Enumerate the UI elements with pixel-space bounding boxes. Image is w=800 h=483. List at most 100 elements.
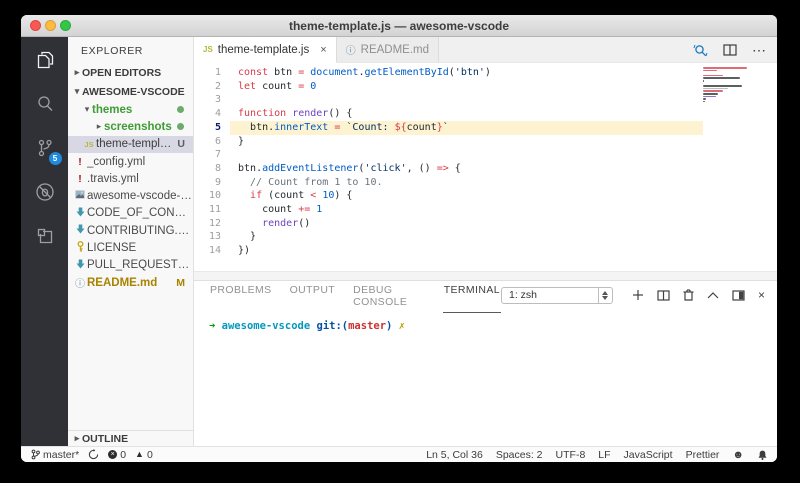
minimap-line — [703, 67, 747, 69]
language-mode-status[interactable]: JavaScript — [624, 449, 673, 461]
git-untracked-badge: U — [177, 138, 185, 151]
traffic-lights — [30, 20, 71, 31]
folder-item-themes[interactable]: ▾ themes — [68, 101, 193, 118]
tab-output[interactable]: OUTPUT — [289, 277, 337, 313]
close-panel-button[interactable]: × — [758, 288, 765, 302]
minimap-line — [703, 95, 716, 98]
open-changes-icon[interactable] — [693, 43, 708, 58]
file-item-config-yml[interactable]: ! _config.yml — [68, 153, 193, 170]
source-control-badge: 5 — [48, 152, 62, 165]
titlebar[interactable]: theme-template.js — awesome-vscode — [21, 15, 777, 37]
line-number: 5 — [214, 121, 221, 133]
file-item-readme[interactable]: ⓘ README.md M — [68, 274, 193, 291]
select-stepper-icon — [597, 287, 612, 303]
code-line[interactable]: }) — [230, 244, 703, 258]
status-bar: master* × 0 ▲ 0 Ln 5, Col 36 Spaces: 2 U… — [21, 446, 777, 462]
minimap-line — [703, 92, 718, 95]
file-item-code-of-conduct[interactable]: CODE_OF_CONDUCT... — [68, 205, 193, 222]
tab-terminal[interactable]: TERMINAL — [442, 277, 501, 313]
zoom-window-button[interactable] — [60, 20, 71, 31]
code-line[interactable]: function render() { — [230, 107, 703, 121]
code-line[interactable]: const btn = document.getElementById('btn… — [230, 66, 703, 80]
minimap-line — [703, 74, 723, 77]
code-line[interactable]: let count = 0 — [230, 80, 703, 94]
close-window-button[interactable] — [30, 20, 41, 31]
errors-status[interactable]: × 0 — [108, 449, 126, 461]
explorer-activity-button[interactable] — [32, 47, 58, 73]
tab-readme-md[interactable]: ⓘ README.md — [336, 37, 440, 62]
tab-problems[interactable]: PROBLEMS — [209, 277, 273, 313]
kill-terminal-button[interactable] — [683, 289, 694, 301]
panel-layout-button[interactable] — [732, 289, 745, 301]
search-activity-button[interactable] — [32, 91, 58, 117]
split-terminal-button[interactable] — [657, 289, 670, 301]
js-file-icon: JS — [203, 45, 213, 54]
minimap-line — [703, 87, 729, 90]
new-terminal-button[interactable] — [632, 289, 644, 301]
cursor-position-status[interactable]: Ln 5, Col 36 — [426, 449, 483, 461]
markdown-down-arrow-icon — [73, 259, 87, 272]
minimize-window-button[interactable] — [45, 20, 56, 31]
minimap[interactable] — [703, 67, 749, 103]
code-line[interactable]: btn.addEventListener('click', () => { — [230, 162, 703, 176]
file-item-pull-request-template[interactable]: PULL_REQUEST_TEMP... — [68, 257, 193, 274]
encoding-status[interactable]: UTF-8 — [556, 449, 586, 461]
notifications-bell-icon[interactable] — [757, 449, 768, 461]
code-line[interactable]: } — [230, 135, 703, 149]
line-number: 10 — [208, 190, 221, 202]
terminal-shell-select[interactable]: 1: zsh — [500, 286, 613, 304]
warnings-status[interactable]: ▲ 0 — [135, 449, 153, 461]
close-tab-icon[interactable]: × — [320, 44, 326, 56]
root-folder-section[interactable]: ▾ AWESOME-VSCODE — [68, 82, 193, 101]
folder-item-screenshots[interactable]: ▸ screenshots — [68, 118, 193, 135]
line-number: 9 — [214, 176, 221, 188]
extensions-activity-button[interactable] — [32, 223, 58, 249]
panel-tabs: PROBLEMS OUTPUT DEBUG CONSOLE TERMINAL — [209, 277, 501, 313]
code-line[interactable]: count += 1 — [230, 203, 703, 217]
code-line[interactable] — [230, 148, 703, 162]
code-line[interactable] — [230, 93, 703, 107]
sync-button[interactable] — [88, 449, 99, 460]
git-branch-status[interactable]: master* — [31, 449, 79, 461]
horizontal-scrollbar[interactable] — [194, 271, 777, 280]
sync-icon — [89, 449, 99, 460]
code-line[interactable]: render() — [230, 217, 703, 231]
sidebar-title: EXPLORER — [81, 45, 143, 57]
activity-bar: 5 — [21, 37, 68, 446]
maximize-panel-button[interactable] — [707, 291, 719, 299]
file-item-license[interactable]: LICENSE — [68, 239, 193, 256]
minimap-line — [703, 69, 717, 72]
line-number: 12 — [208, 217, 221, 229]
code-line[interactable]: btn.innerText = `Count: ${count}` — [230, 120, 703, 135]
open-editors-section[interactable]: ▸ OPEN EDITORS — [68, 63, 193, 82]
split-editor-icon[interactable] — [723, 44, 737, 56]
tab-theme-template-js[interactable]: JS theme-template.js × — [194, 37, 337, 63]
debug-activity-button[interactable] — [32, 179, 58, 205]
code-line[interactable]: if (count < 10) { — [230, 189, 703, 203]
source-control-activity-button[interactable]: 5 — [32, 135, 62, 165]
file-item-theme-template[interactable]: JS theme-template... U — [68, 135, 193, 153]
info-file-icon: ⓘ — [345, 46, 356, 57]
vscode-window: theme-template.js — awesome-vscode 5 EXP… — [21, 15, 777, 462]
feedback-smiley-icon[interactable]: ☻ — [732, 449, 744, 461]
code-line[interactable]: } — [230, 230, 703, 244]
terminal-content[interactable]: ➜ awesome-vscode git:(master) ✗ — [194, 309, 777, 446]
code-line[interactable]: // Count from 1 to 10. — [230, 176, 703, 190]
file-item-logo[interactable]: awesome-vscode-logo.. — [68, 187, 193, 204]
file-item-travis-yml[interactable]: ! .travis.yml — [68, 170, 193, 187]
chevron-down-icon: ▾ — [74, 86, 80, 96]
root-folder-label: AWESOME-VSCODE — [82, 85, 185, 98]
outline-section[interactable]: ▸ OUTLINE — [68, 430, 193, 446]
eol-status[interactable]: LF — [598, 449, 610, 461]
git-added-dot-badge — [177, 106, 184, 114]
formatter-status[interactable]: Prettier — [686, 449, 720, 461]
line-number: 13 — [208, 231, 221, 243]
more-actions-icon[interactable]: ⋯ — [752, 43, 767, 57]
file-item-contributing[interactable]: CONTRIBUTING.md — [68, 222, 193, 239]
tab-debug-console[interactable]: DEBUG CONSOLE — [352, 277, 427, 313]
indentation-status[interactable]: Spaces: 2 — [496, 449, 543, 461]
line-number: 14 — [208, 245, 221, 257]
minimap-line — [703, 98, 707, 100]
line-number: 6 — [214, 135, 221, 147]
